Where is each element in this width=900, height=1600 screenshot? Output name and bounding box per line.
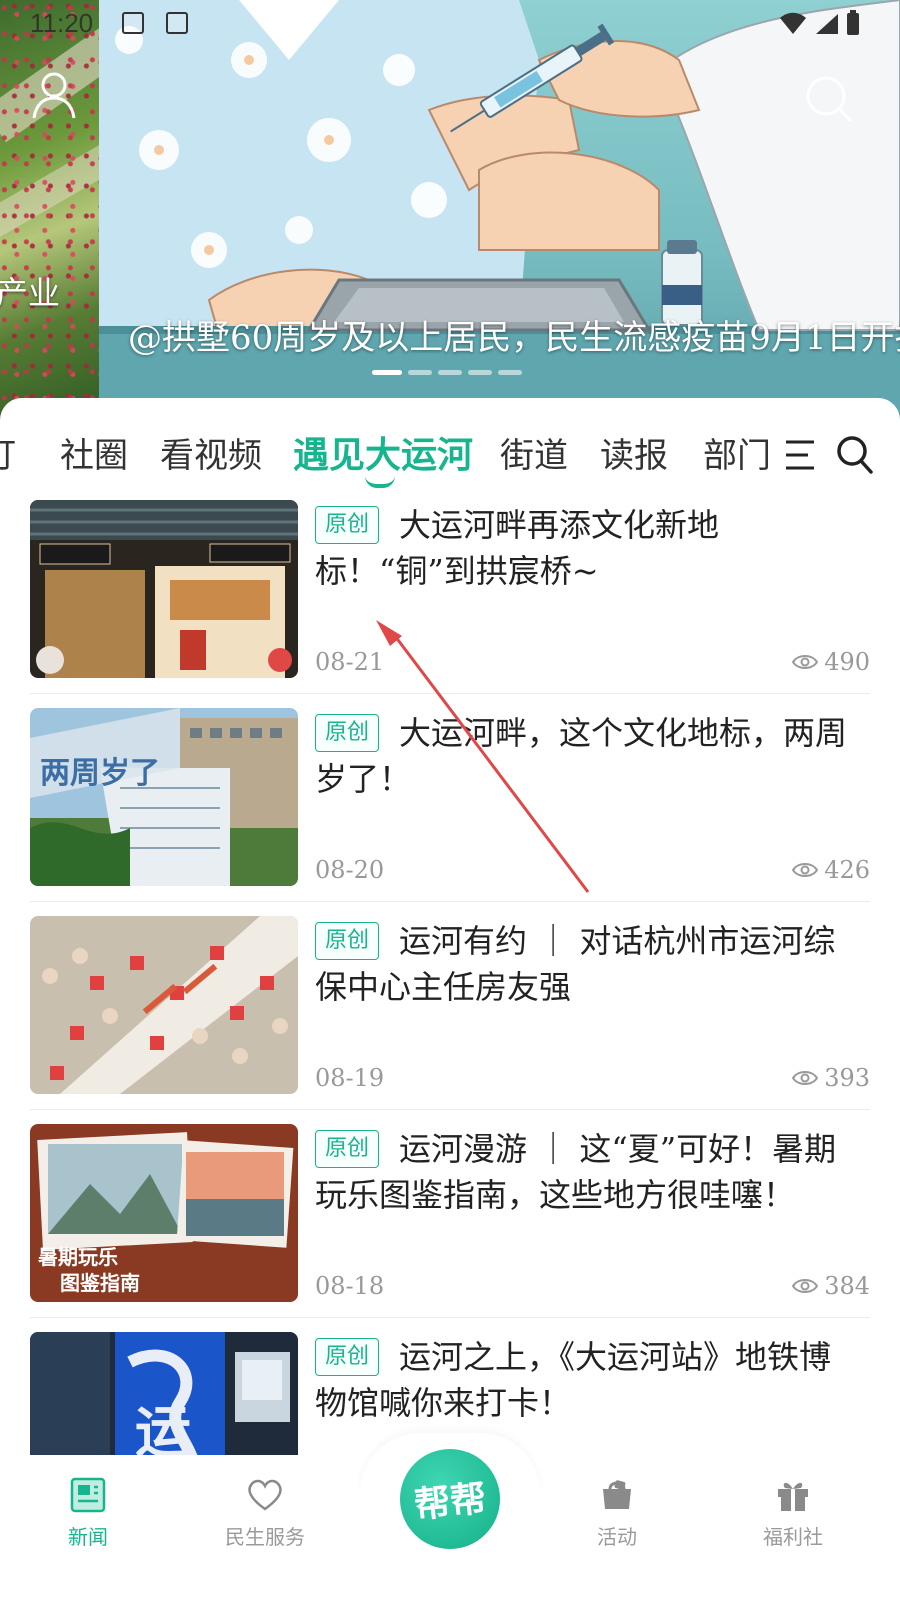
news-date: 08-21 — [315, 648, 385, 676]
news-item[interactable]: 原创 大运河畔再添文化新地标！“铜”到拱宸桥~ 08-21 490 — [30, 500, 870, 700]
more-channels-icon[interactable] — [782, 430, 818, 480]
news-date: 08-20 — [315, 856, 385, 884]
news-title[interactable]: 运河有约 ｜ 对话杭州市运河综保中心主任房友强 — [315, 918, 855, 1010]
news-item[interactable]: 暑期玩乐 图鉴指南 原创 运河漫游 ｜ 这“夏”可好！暑期玩乐图鉴指南，这些地方… — [30, 1124, 870, 1324]
news-thumbnail: 两周岁了 — [30, 708, 298, 886]
tab-community[interactable]: 社圈 — [60, 428, 128, 477]
nav-label: 新闻 — [68, 1525, 108, 1549]
previous-slide-caption: 产业 — [0, 274, 61, 312]
nav-public-services[interactable]: 民生服务 — [205, 1475, 325, 1550]
nav-news[interactable]: 新闻 — [28, 1475, 148, 1550]
list-divider — [30, 693, 870, 694]
nav-welfare[interactable]: 福利社 — [733, 1475, 853, 1550]
user-profile-icon[interactable] — [30, 70, 78, 120]
thumbnail-text: 图鉴指南 — [60, 1271, 140, 1295]
nav-activities[interactable]: 活动 — [557, 1475, 677, 1550]
view-count-value: 426 — [824, 856, 870, 884]
news-title[interactable]: 大运河畔，这个文化地标，两周岁了！ — [315, 710, 855, 802]
tab-departments[interactable]: 部门 — [703, 428, 771, 477]
news-thumbnail: 运 — [30, 1332, 298, 1455]
bangbang-center-button[interactable]: 帮帮 — [400, 1449, 500, 1549]
status-icons — [778, 10, 860, 36]
tab-newspaper[interactable]: 读报 — [600, 428, 668, 477]
news-thumbnail: 暑期玩乐 图鉴指南 — [30, 1124, 298, 1302]
channel-search-icon[interactable] — [834, 432, 874, 476]
view-count-value: 384 — [824, 1272, 870, 1300]
status-time: 11:20 — [30, 8, 94, 38]
tab-subscribe[interactable]: 订 — [0, 428, 16, 477]
search-icon[interactable] — [800, 70, 856, 126]
news-date: 08-19 — [315, 1064, 385, 1092]
nav-label: 活动 — [597, 1525, 637, 1549]
news-title[interactable]: 运河之上，《大运河站》地铁博物馆喊你来打卡！ — [315, 1334, 855, 1426]
list-divider — [30, 1109, 870, 1110]
eye-icon — [792, 863, 819, 877]
battery-icon — [847, 10, 859, 35]
previous-slide-image: 产业 — [0, 0, 99, 420]
thumbnail-text: 运 — [135, 1401, 191, 1455]
gift-icon — [778, 1482, 808, 1511]
view-count-value: 393 — [824, 1064, 870, 1092]
list-divider — [30, 1317, 870, 1318]
heart-icon — [248, 1479, 282, 1511]
carousel-dot[interactable] — [498, 370, 522, 375]
view-count-value: 490 — [824, 648, 870, 676]
eye-icon — [792, 1279, 819, 1293]
list-divider — [30, 901, 870, 902]
news-title[interactable]: 运河漫游 ｜ 这“夏”可好！暑期玩乐图鉴指南，这些地方很哇噻！ — [315, 1126, 855, 1218]
eye-icon — [792, 1071, 819, 1085]
thumbnail-text: 暑期玩乐 — [38, 1245, 118, 1269]
signal-icon — [816, 14, 838, 34]
news-thumbnail — [30, 916, 298, 1094]
view-count: 426 — [792, 856, 870, 884]
news-thumbnail — [30, 500, 298, 678]
a-notification-icon — [166, 12, 188, 34]
wifi-icon — [780, 12, 806, 34]
eye-icon — [792, 655, 819, 669]
nav-label: 民生服务 — [225, 1525, 305, 1549]
newspaper-icon — [70, 1477, 106, 1513]
carousel-dot[interactable] — [372, 370, 402, 375]
view-count: 393 — [792, 1064, 870, 1092]
carousel-dot[interactable] — [468, 370, 492, 375]
nav-label: 福利社 — [763, 1525, 823, 1549]
channel-tabs: 订 社圈 看视频 遇见大运河 街道 读报 部门 — [0, 420, 900, 490]
hero-carousel[interactable]: 产业 11:20 @拱墅60周岁及以上居民，民生流感疫苗9月1日开打 — [0, 0, 900, 420]
hero-caption[interactable]: @拱墅60周岁及以上居民，民生流感疫苗9月1日开打 — [128, 310, 900, 359]
news-item[interactable]: 两周岁了 原创 大运河畔，这个文化地标，两周岁了！ 08-20 426 — [30, 708, 870, 908]
news-item[interactable]: 原创 运河有约 ｜ 对话杭州市运河综保中心主任房友强 08-19 393 — [30, 916, 870, 1116]
news-date: 08-18 — [315, 1272, 385, 1300]
tab-grand-canal[interactable]: 遇见大运河 — [293, 426, 473, 478]
view-count: 384 — [792, 1272, 870, 1300]
bottom-navigation: 新闻 民生服务 帮帮 活动 福利社 — [0, 1433, 900, 1600]
tab-streets[interactable]: 街道 — [500, 428, 568, 477]
center-button-label: 帮帮 — [412, 1478, 489, 1527]
carousel-dots — [372, 370, 522, 375]
news-title[interactable]: 大运河畔再添文化新地标！“铜”到拱宸桥~ — [315, 502, 855, 594]
gallery-notification-icon — [122, 12, 144, 34]
tab-videos[interactable]: 看视频 — [160, 428, 262, 477]
bag-icon — [603, 1480, 631, 1509]
thumbnail-text: 两周岁了 — [40, 756, 160, 791]
view-count: 490 — [792, 648, 870, 676]
carousel-dot[interactable] — [408, 370, 432, 375]
carousel-dot[interactable] — [438, 370, 462, 375]
